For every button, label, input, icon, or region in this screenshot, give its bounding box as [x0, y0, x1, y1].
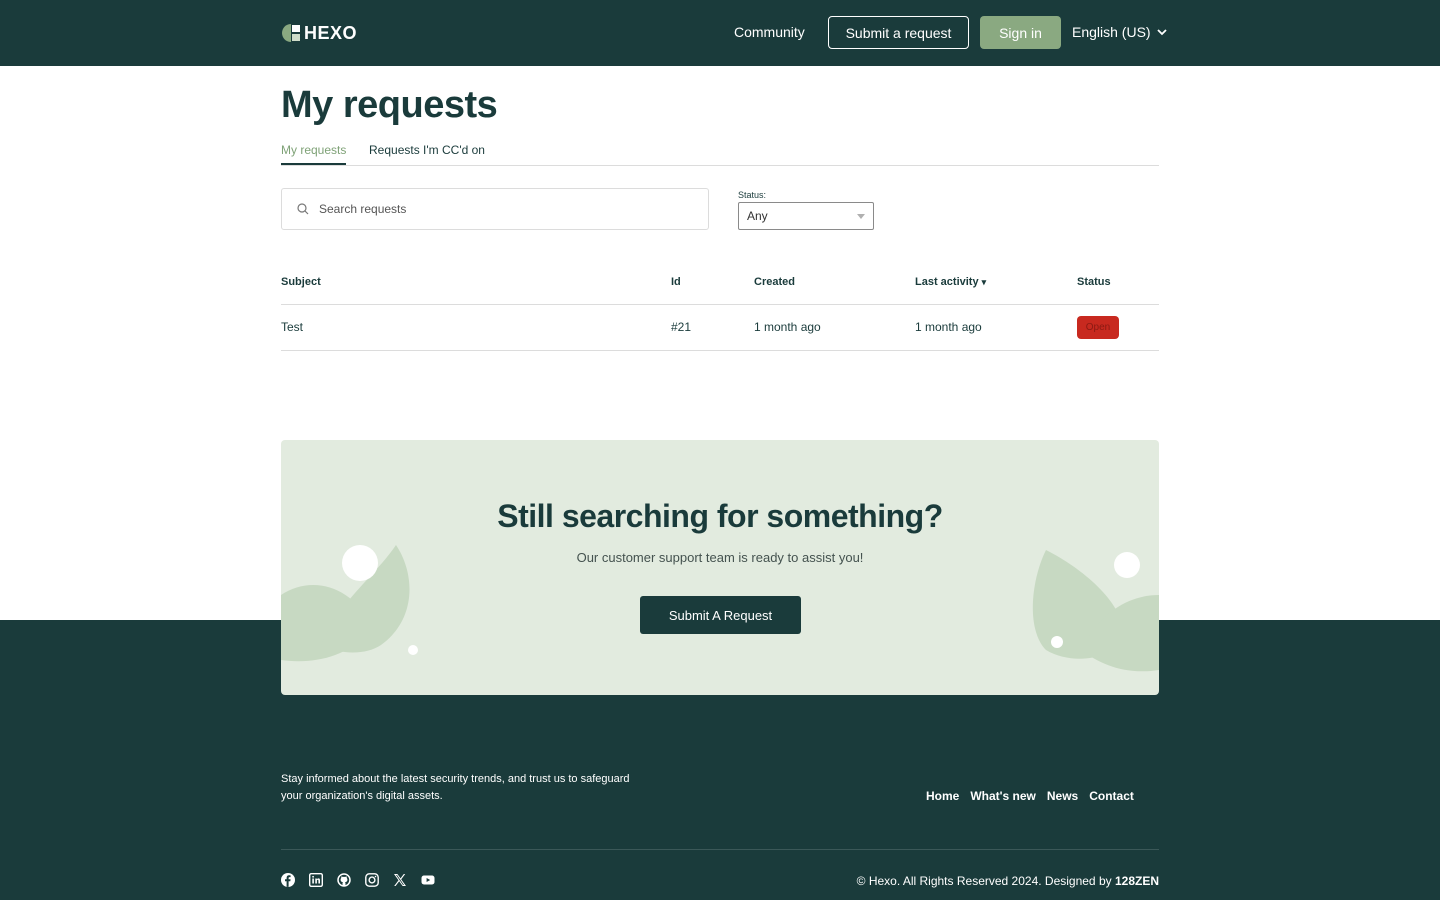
footer-link-whats-new[interactable]: What's new	[970, 789, 1036, 803]
brand-logo[interactable]: HEXO	[281, 22, 357, 44]
cta-title: Still searching for something?	[497, 498, 943, 534]
tab-my-requests[interactable]: My requests	[281, 143, 347, 165]
submit-request-button[interactable]: Submit a request	[828, 16, 969, 49]
language-label: English (US)	[1072, 24, 1151, 40]
footer-divider	[281, 849, 1159, 850]
chevron-down-icon	[1156, 29, 1167, 36]
requests-table-header: Subject Id Created Last activity ▾ Statu…	[281, 272, 1159, 305]
tab-cc-requests[interactable]: Requests I'm CC'd on	[369, 143, 485, 165]
page-title: My requests	[281, 84, 498, 126]
social-links	[281, 872, 435, 888]
facebook-icon[interactable]	[281, 873, 295, 887]
footer-link-contact[interactable]: Contact	[1089, 789, 1134, 803]
column-header-id[interactable]: Id	[671, 276, 681, 288]
search-icon	[297, 203, 309, 215]
sign-in-button[interactable]: Sign in	[980, 16, 1061, 49]
footer-nav: Home What's new News Contact	[926, 789, 1134, 803]
last-activity-label: Last activity	[915, 276, 979, 288]
column-header-subject[interactable]: Subject	[281, 276, 321, 288]
youtube-icon[interactable]	[421, 873, 435, 887]
caret-down-icon	[857, 214, 865, 219]
request-id: #21	[671, 320, 692, 334]
copyright-notice: © Hexo. All Rights Reserved 2024. Design…	[857, 874, 1159, 888]
request-created: 1 month ago	[754, 320, 821, 334]
footer-link-news[interactable]: News	[1047, 789, 1078, 803]
copyright-text: © Hexo. All Rights Reserved 2024. Design…	[856, 874, 1112, 888]
cta-submit-request-button[interactable]: Submit A Request	[640, 596, 801, 634]
designer-link[interactable]: 128ZEN	[1115, 874, 1159, 888]
linkedin-icon[interactable]	[308, 872, 324, 888]
cta-card: Still searching for something? Our custo…	[281, 440, 1159, 695]
column-header-last-activity[interactable]: Last activity ▾	[915, 276, 986, 288]
language-selector[interactable]: English (US)	[1072, 24, 1167, 40]
search-input[interactable]	[319, 202, 699, 216]
instagram-icon[interactable]	[365, 873, 379, 887]
nav-community-link[interactable]: Community	[734, 24, 805, 40]
sort-desc-icon: ▾	[981, 277, 987, 287]
status-filter-label: Status:	[738, 190, 767, 200]
request-last-activity: 1 month ago	[915, 320, 982, 334]
status-select[interactable]: Any	[738, 202, 874, 230]
status-select-value: Any	[747, 209, 768, 223]
brand-name: HEXO	[304, 22, 358, 43]
request-subject-link[interactable]: Test	[281, 320, 303, 334]
x-icon[interactable]	[393, 873, 407, 887]
footer-tagline: Stay informed about the latest security …	[281, 773, 630, 802]
request-tabs: My requests Requests I'm CC'd on	[281, 140, 1159, 166]
logo-icon	[282, 24, 300, 42]
github-icon[interactable]	[337, 873, 351, 887]
leaf-decoration-icon	[1032, 550, 1159, 672]
footer-link-home[interactable]: Home	[926, 789, 959, 803]
column-header-status[interactable]: Status	[1077, 276, 1111, 288]
column-header-created[interactable]: Created	[754, 276, 795, 288]
search-box	[281, 188, 709, 230]
site-header: HEXO Community Submit a request Sign in …	[0, 0, 1440, 66]
status-badge: Open	[1077, 316, 1119, 339]
table-row: Test #21 1 month ago 1 month ago Open	[281, 305, 1159, 351]
